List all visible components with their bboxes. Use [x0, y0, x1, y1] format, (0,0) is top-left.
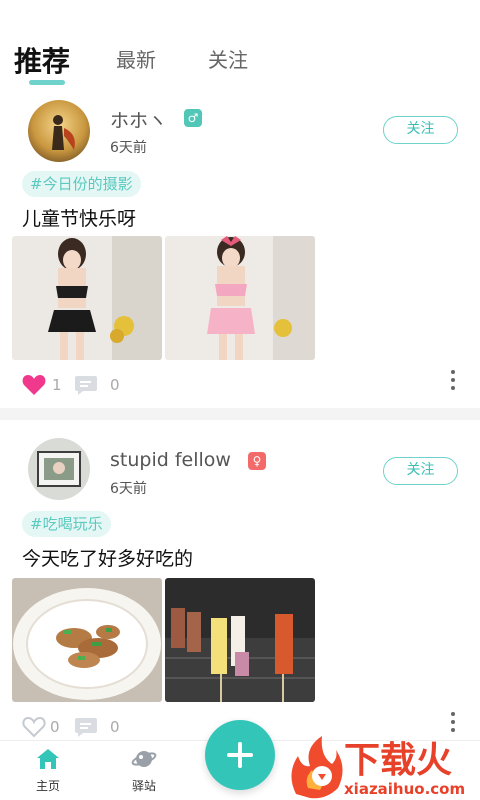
- comment-icon[interactable]: [74, 716, 98, 738]
- more-icon[interactable]: [450, 368, 456, 392]
- tab-following[interactable]: 关注: [208, 44, 248, 73]
- nav-station[interactable]: 驿站: [114, 747, 174, 794]
- post-photo[interactable]: [12, 578, 162, 702]
- tab-latest[interactable]: 最新: [116, 44, 156, 73]
- username[interactable]: ホホヽ: [110, 106, 167, 133]
- heart-outline-icon[interactable]: [22, 716, 46, 738]
- post-card[interactable]: ホホヽ ♂ 6天前 关注 #今日份的摄影 儿童节快乐呀 1 0: [0, 96, 480, 408]
- comment-icon[interactable]: [74, 374, 98, 396]
- topic-tag[interactable]: #吃喝玩乐: [22, 511, 111, 537]
- plus-icon: [227, 742, 253, 768]
- username[interactable]: stupid fellow: [110, 449, 231, 471]
- post-time: 6天前: [110, 481, 147, 497]
- post-photo[interactable]: [12, 236, 162, 360]
- male-gender-icon: ♂: [184, 109, 202, 127]
- planet-icon: [131, 751, 157, 767]
- post-text: 今天吃了好多好吃的: [22, 548, 194, 570]
- post-divider: [0, 408, 480, 420]
- post-card[interactable]: stupid fellow ♀ 6天前 关注 #吃喝玩乐 今天吃了好多好吃的 0…: [0, 438, 480, 740]
- home-icon: [37, 749, 59, 769]
- top-tabs: 推荐 最新 关注: [0, 0, 480, 96]
- tab-recommend[interactable]: 推荐: [14, 40, 70, 80]
- post-actions: 1 0: [20, 370, 460, 398]
- watermark-logo: 下载火 xiazaihuo.com: [282, 728, 480, 800]
- like-count: 1: [52, 376, 62, 394]
- post-text: 儿童节快乐呀: [22, 208, 137, 230]
- topic-tag[interactable]: #今日份的摄影: [22, 171, 141, 197]
- heart-icon[interactable]: [22, 374, 46, 396]
- post-photo[interactable]: [165, 236, 315, 360]
- avatar[interactable]: [28, 438, 90, 500]
- nav-station-label: 驿站: [131, 779, 156, 793]
- female-gender-icon: ♀: [248, 452, 266, 470]
- nav-home[interactable]: 主页: [18, 747, 78, 794]
- avatar[interactable]: [28, 100, 90, 162]
- active-tab-indicator: [29, 80, 65, 85]
- post-photo[interactable]: [165, 578, 315, 702]
- follow-button[interactable]: 关注: [383, 116, 458, 144]
- comment-count: 0: [110, 376, 120, 394]
- add-post-button[interactable]: [205, 720, 275, 790]
- watermark-brand: 下载火: [344, 740, 452, 781]
- comment-count: 0: [110, 718, 120, 736]
- follow-button[interactable]: 关注: [383, 457, 458, 485]
- like-count: 0: [50, 718, 60, 736]
- watermark-url: xiazaihuo.com: [344, 780, 465, 798]
- post-time: 6天前: [110, 140, 147, 156]
- nav-home-label: 主页: [35, 779, 60, 793]
